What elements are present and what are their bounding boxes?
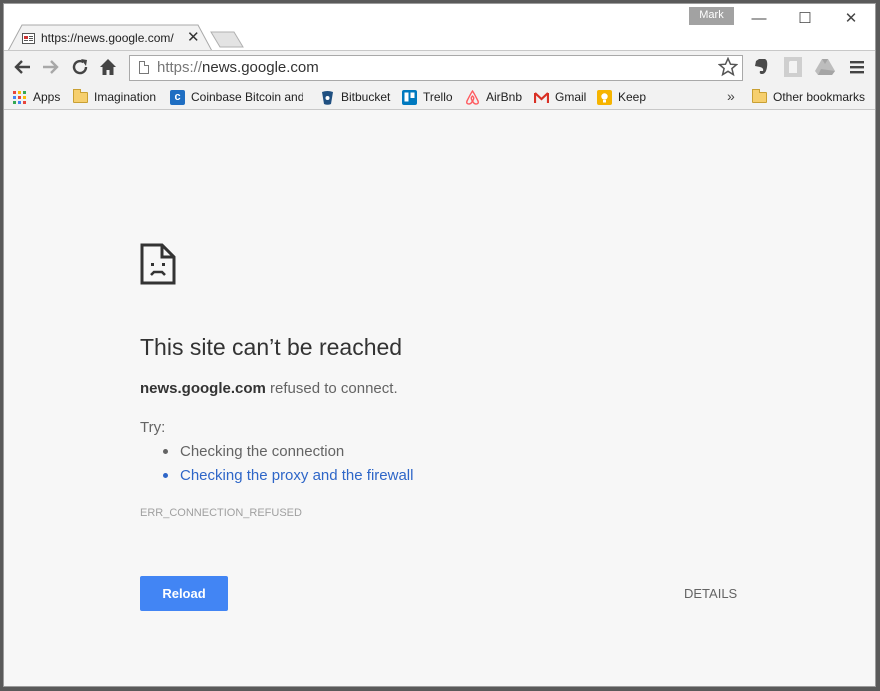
bookmark-label: Keep [618, 90, 647, 104]
other-bookmarks[interactable]: Other bookmarks [752, 88, 865, 106]
home-icon [100, 59, 116, 75]
bookmark-label: Gmail [555, 90, 587, 104]
error-code: ERR_CONNECTION_REFUSED [140, 507, 302, 519]
tab-close-icon[interactable]: ✕ [187, 28, 200, 48]
reload-icon [72, 59, 88, 75]
evernote-icon [755, 59, 768, 74]
reload-button[interactable]: Reload [140, 576, 228, 611]
bullet [163, 473, 168, 478]
coinbase-icon: c [170, 89, 185, 105]
close-window-button[interactable]: ✕ [836, 8, 866, 30]
profile-button[interactable]: Mark [689, 7, 734, 25]
home-button[interactable] [96, 55, 120, 79]
bookmark-gmail[interactable]: Gmail [534, 88, 586, 106]
google-drive-icon [815, 59, 835, 75]
keep-icon [597, 89, 612, 105]
bookmark-airbnb[interactable]: AirBnb [465, 88, 522, 106]
other-bookmarks-label: Other bookmarks [773, 90, 866, 104]
chrome-menu-button[interactable] [846, 56, 868, 78]
bookmark-star-icon[interactable] [718, 57, 738, 77]
new-tab-button[interactable] [210, 31, 244, 48]
toolbar: https://news.google.com [4, 50, 875, 85]
url-scheme: https:// [157, 59, 203, 76]
address-bar[interactable]: https://news.google.com [129, 55, 743, 81]
tab-content: https://news.google.com/ [22, 28, 177, 48]
try-label: Try: [140, 419, 166, 436]
trello-icon [402, 89, 417, 105]
error-page: This site can’t be reached news.google.c… [4, 110, 875, 686]
error-description: news.google.com refused to connect. [140, 380, 398, 397]
bookmark-label: Apps [33, 90, 61, 104]
bookmark-label: Trello [423, 90, 453, 104]
title-bar: https://news.google.com/ ✕ Mark — ☐ ✕ [4, 4, 875, 51]
back-arrow-icon [14, 60, 30, 74]
drive-extension[interactable] [814, 56, 836, 78]
forward-arrow-icon [43, 60, 59, 74]
page-info-icon[interactable] [139, 61, 149, 74]
browser-window: https://news.google.com/ ✕ Mark — ☐ ✕ ht… [3, 3, 876, 687]
bookmark-label: AirBnb [486, 90, 523, 104]
suggestion-check-connection: Checking the connection [180, 443, 345, 460]
sad-page-icon [140, 243, 176, 285]
suggestion-check-proxy-link[interactable]: Checking the proxy and the firewall [180, 467, 413, 484]
bitbucket-icon [322, 90, 333, 105]
error-description-text: refused to connect. [270, 380, 398, 397]
evernote-extension[interactable] [750, 56, 772, 78]
error-title: This site can’t be reached [140, 334, 403, 360]
bookmark-label: Coinbase Bitcoin and [191, 90, 303, 104]
bookmark-imagination[interactable]: Imagination [73, 88, 156, 106]
folder-icon [73, 88, 88, 105]
tab-title: https://news.google.com/ [41, 31, 174, 45]
document-extension-icon [784, 57, 802, 77]
minimize-button[interactable]: — [744, 8, 774, 30]
gmail-icon [534, 91, 549, 103]
error-host: news.google.com [140, 380, 266, 397]
apps-grid-icon [12, 90, 27, 105]
bookmark-label: Imagination [94, 90, 157, 104]
bookmark-coinbase[interactable]: c Coinbase Bitcoin and [170, 88, 303, 106]
url-host: news.google.com [202, 59, 319, 76]
bookmark-trello[interactable]: Trello [402, 88, 453, 106]
bookmark-bitbucket[interactable]: Bitbucket [320, 88, 390, 106]
docs-extension[interactable] [782, 56, 804, 78]
bookmarks-bar: Apps Imagination c Coinbase Bitcoin and … [4, 85, 875, 110]
bookmarks-overflow-chevron-icon[interactable]: » [727, 88, 735, 104]
maximize-button[interactable]: ☐ [790, 8, 820, 30]
url-text[interactable]: https://news.google.com [157, 59, 319, 76]
folder-icon [752, 88, 767, 105]
bookmark-keep[interactable]: Keep [597, 88, 646, 106]
bookmark-label: Bitbucket [341, 90, 391, 104]
reload-toolbar-button[interactable] [68, 55, 92, 79]
bullet [163, 449, 168, 454]
hamburger-menu-icon [850, 61, 864, 74]
airbnb-icon [466, 89, 479, 105]
back-button[interactable] [10, 55, 34, 79]
forward-button[interactable] [39, 55, 63, 79]
news-favicon-icon [22, 32, 35, 44]
details-button[interactable]: DETAILS [684, 586, 737, 601]
bookmark-apps[interactable]: Apps [12, 88, 60, 106]
